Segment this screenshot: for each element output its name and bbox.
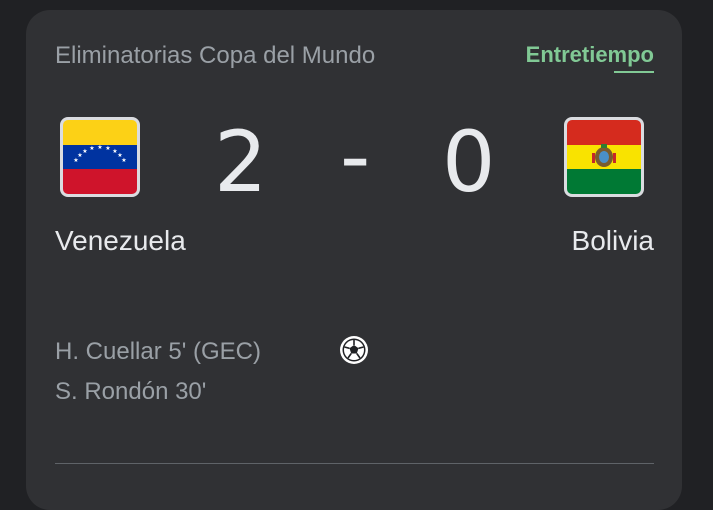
divider: [55, 463, 654, 464]
svg-text:★: ★: [105, 145, 110, 152]
svg-text:★: ★: [121, 157, 126, 164]
goal-scorer: S. Rondón 30': [55, 378, 207, 405]
soccer-ball-icon: [339, 335, 369, 365]
venezuela-flag-icon[interactable]: ★ ★ ★ ★ ★ ★ ★ ★ ★: [60, 117, 140, 197]
goal-scorers-list: H. Cuellar 5' (GEC) S. Rondón 30': [55, 332, 261, 412]
bolivia-flag-icon[interactable]: [564, 117, 644, 197]
home-team-name[interactable]: Venezuela: [55, 225, 186, 257]
match-card[interactable]: Eliminatorias Copa del Mundo Entretiempo…: [26, 10, 682, 510]
away-score: 0: [442, 113, 496, 211]
competition-title[interactable]: Eliminatorias Copa del Mundo: [55, 42, 375, 70]
svg-text:★: ★: [82, 148, 87, 155]
goal-scorer: H. Cuellar 5' (GEC): [55, 338, 261, 365]
status-underline: [614, 71, 654, 73]
score-separator: -: [340, 107, 371, 205]
home-score: 2: [214, 113, 268, 211]
match-status: Entretiempo: [525, 42, 654, 67]
svg-text:★: ★: [89, 145, 94, 152]
svg-text:★: ★: [97, 144, 102, 151]
away-team-name[interactable]: Bolivia: [572, 225, 654, 257]
